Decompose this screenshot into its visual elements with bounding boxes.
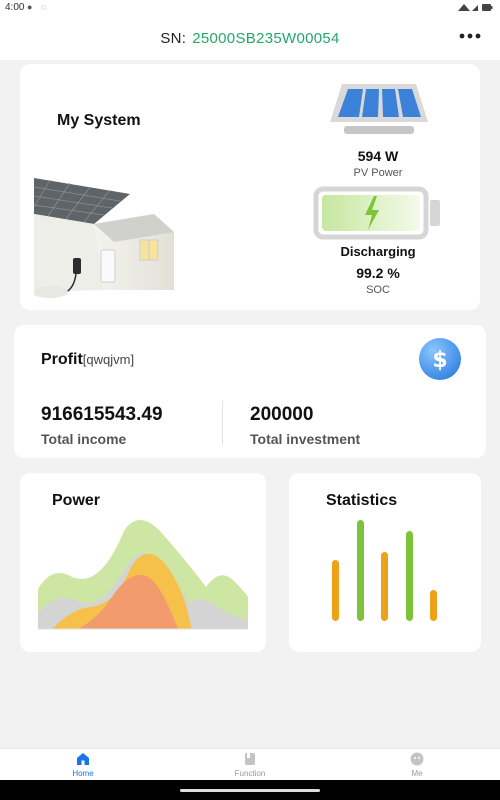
function-icon <box>245 753 255 765</box>
power-card[interactable]: Power <box>20 473 266 652</box>
power-title: Power <box>52 492 101 509</box>
home-icon <box>77 753 89 765</box>
soc-label: SOC <box>366 284 390 296</box>
statistics-card[interactable]: Statistics <box>289 473 481 652</box>
statistics-title: Statistics <box>326 492 398 509</box>
me-icon <box>410 752 424 766</box>
nav-me[interactable]: Me <box>377 752 457 778</box>
profit-card: Profit[qwqjvm] $ 916615543.49 Total inco… <box>14 325 486 458</box>
profit-divider <box>222 401 223 445</box>
total-income-label: Total income <box>41 431 127 447</box>
profit-title-text: Profit <box>41 351 83 368</box>
gesture-handle[interactable] <box>180 789 320 792</box>
profit-currency: [qwqjvm] <box>82 352 135 367</box>
my-system-card: My System 594 W PV Power Discharging 99.… <box>20 64 480 310</box>
svg-text:$: $ <box>432 348 447 373</box>
dollar-icon[interactable]: $ <box>418 337 462 381</box>
status-bar: 4:00 ● ◌ <box>0 0 500 16</box>
battery-status: Discharging <box>340 244 416 259</box>
bottom-navigation: Home Function Me <box>0 748 500 780</box>
serial-number: SN: 25000SB235W00054 <box>0 30 500 47</box>
nav-me-label: Me <box>411 769 423 778</box>
house-illustration <box>34 178 174 298</box>
solar-panel-icon <box>330 84 428 134</box>
statistics-chart-illustration <box>332 520 437 621</box>
notification-icons: ● ◌ <box>27 2 50 12</box>
nav-function-label: Function <box>234 769 266 778</box>
soc-value: 99.2 % <box>356 265 400 281</box>
status-time: 4:00 <box>5 2 25 13</box>
more-options-icon[interactable] <box>458 28 482 44</box>
total-investment-label: Total investment <box>250 431 361 447</box>
system-navigation-bar <box>0 780 500 800</box>
pv-power-label: PV Power <box>353 167 403 179</box>
power-chart-illustration <box>38 520 248 630</box>
signal-wifi-battery-icon <box>458 4 493 11</box>
profit-title: Profit[qwqjvm] <box>41 351 134 369</box>
total-investment-value: 200000 <box>250 404 314 425</box>
nav-home-label: Home <box>72 769 94 778</box>
total-income-value: 916615543.49 <box>41 404 163 425</box>
battery-icon <box>313 186 440 240</box>
system-title: My System <box>57 112 141 129</box>
sn-label: SN: <box>160 30 187 47</box>
nav-function[interactable]: Function <box>210 752 290 778</box>
app-header: SN: 25000SB235W00054 <box>0 16 500 60</box>
sn-value[interactable]: 25000SB235W00054 <box>192 30 339 47</box>
pv-power-value: 594 W <box>357 148 399 164</box>
nav-home[interactable]: Home <box>43 752 123 778</box>
